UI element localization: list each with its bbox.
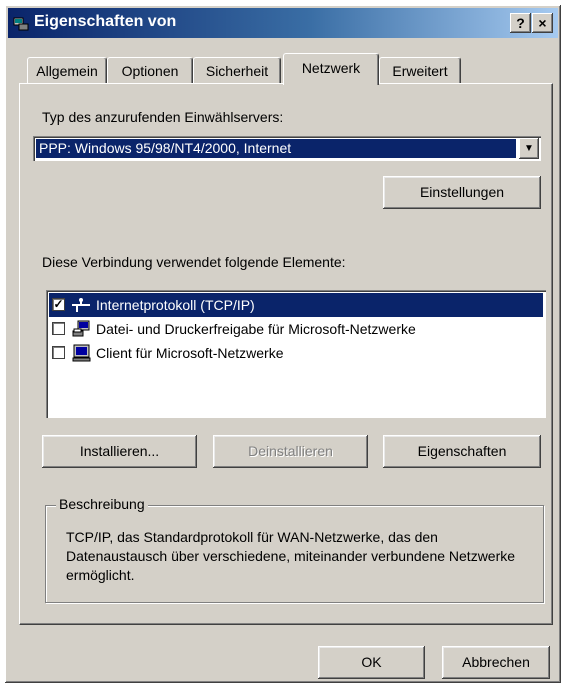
properties-button[interactable]: Eigenschaften: [383, 435, 541, 468]
server-type-value: PPP: Windows 95/98/NT4/2000, Internet: [36, 139, 516, 158]
ok-button[interactable]: OK: [318, 646, 425, 679]
tab-sicherheit[interactable]: Sicherheit: [193, 57, 281, 83]
list-item-label: Internetprotokoll (TCP/IP): [96, 297, 255, 313]
list-item-file-printer-sharing[interactable]: Datei- und Druckerfreigabe für Microsoft…: [49, 317, 543, 341]
connection-icon: [13, 17, 29, 31]
components-label: Diese Verbindung verwendet folgende Elem…: [42, 254, 346, 270]
uninstall-button[interactable]: Deinstallieren: [213, 435, 368, 468]
help-button[interactable]: ?: [510, 13, 531, 33]
tcpip-checkbox[interactable]: ✓: [52, 298, 65, 311]
description-group: Beschreibung TCP/IP, das Standardprotoko…: [45, 496, 544, 603]
properties-dialog: Eigenschaften von ? × Allgemein Optionen…: [4, 4, 562, 684]
tab-allgemein[interactable]: Allgemein: [27, 57, 107, 83]
cancel-button[interactable]: Abbrechen: [442, 646, 550, 679]
tab-netzwerk[interactable]: Netzwerk: [283, 53, 379, 85]
components-list[interactable]: ✓ Internetprotokoll (TCP/IP) Datei- und …: [46, 290, 546, 418]
list-item-label: Datei- und Druckerfreigabe für Microsoft…: [96, 321, 416, 337]
tab-optionen[interactable]: Optionen: [107, 57, 193, 83]
title-bar[interactable]: Eigenschaften von ? ×: [8, 8, 558, 38]
settings-button[interactable]: Einstellungen: [383, 176, 541, 209]
dropdown-arrow-icon[interactable]: ▼: [519, 138, 539, 159]
network-client-icon: [72, 344, 91, 362]
install-button[interactable]: Installieren...: [42, 435, 197, 468]
list-item-client[interactable]: Client für Microsoft-Netzwerke: [49, 341, 543, 365]
list-item-tcpip[interactable]: ✓ Internetprotokoll (TCP/IP): [49, 293, 543, 317]
server-type-label: Typ des anzurufenden Einwählservers:: [42, 109, 284, 125]
network-protocol-icon: [72, 298, 90, 312]
tab-erweitert[interactable]: Erweitert: [379, 57, 461, 83]
description-text: TCP/IP, das Standardprotokoll für WAN-Ne…: [66, 529, 516, 583]
file-printer-sharing-icon: [72, 320, 90, 337]
file-printer-sharing-checkbox[interactable]: [52, 322, 65, 335]
window-title: Eigenschaften von: [34, 13, 177, 30]
description-title: Beschreibung: [56, 496, 148, 512]
client-checkbox[interactable]: [52, 346, 65, 359]
list-item-label: Client für Microsoft-Netzwerke: [96, 345, 284, 361]
close-button[interactable]: ×: [532, 13, 553, 33]
server-type-select[interactable]: PPP: Windows 95/98/NT4/2000, Internet ▼: [33, 136, 541, 161]
